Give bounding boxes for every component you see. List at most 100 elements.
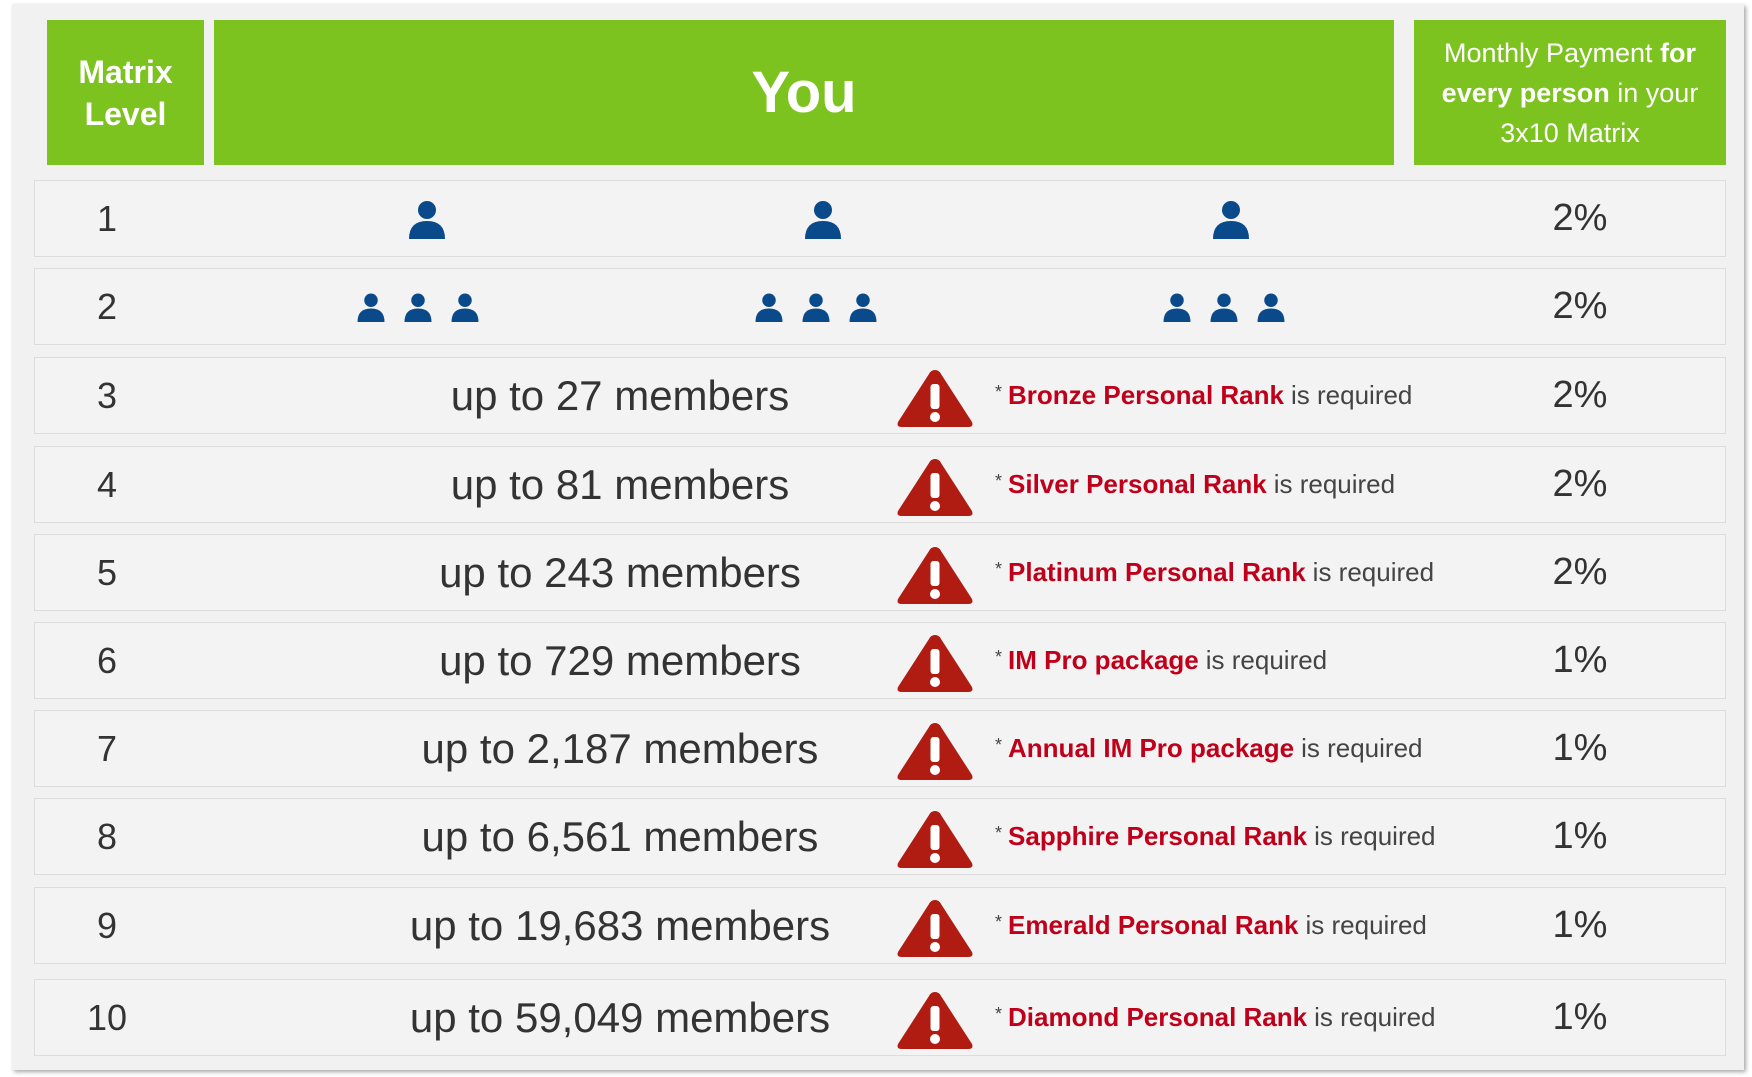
row-members: up to 729 members bbox=[439, 636, 801, 684]
person-icon bbox=[849, 293, 877, 322]
asterisk: * bbox=[995, 912, 1003, 932]
row-members: up to 2,187 members bbox=[421, 724, 819, 772]
warning-triangle-icon bbox=[897, 547, 973, 604]
requirement-suffix: is required bbox=[1205, 645, 1328, 675]
matrix-row-10: 10 up to 59,049 members * Diamond Persona… bbox=[34, 979, 1726, 1056]
requirement-rank: Annual IM Pro package bbox=[1008, 733, 1295, 763]
row-requirement: * Silver Personal Rank is required bbox=[995, 447, 1395, 522]
row-requirement: * Bronze Personal Rank is required bbox=[995, 358, 1412, 433]
row-percent: 2% bbox=[1552, 285, 1608, 327]
requirement-rank: Sapphire Personal Rank bbox=[1008, 821, 1308, 851]
person-group bbox=[1201, 181, 1261, 256]
person-icon bbox=[1210, 293, 1238, 322]
matrix-row-7: 7 up to 2,187 members * Annual IM Pro pac… bbox=[34, 710, 1726, 787]
row-members: up to 19,683 members bbox=[409, 901, 831, 949]
asterisk: * bbox=[995, 735, 1003, 755]
header-you-label: You bbox=[751, 60, 857, 125]
row-requirement: * Emerald Personal Rank is required bbox=[995, 888, 1427, 963]
matrix-row-9: 9 up to 19,683 members * Emerald Personal… bbox=[34, 887, 1726, 964]
requirement-rank: Diamond Personal Rank bbox=[1008, 1002, 1308, 1032]
warning-triangle-icon bbox=[897, 900, 973, 957]
requirement-suffix: is required bbox=[1314, 1002, 1436, 1032]
row-requirement: * IM Pro package is required bbox=[995, 623, 1327, 698]
row-level: 9 bbox=[96, 904, 118, 946]
row-level: 5 bbox=[96, 551, 118, 593]
requirement-suffix: is required bbox=[1301, 733, 1423, 763]
warning-triangle-icon bbox=[897, 459, 973, 516]
person-icon bbox=[755, 293, 783, 322]
matrix-row-3: 3 up to 27 members * Bronze Personal Rank… bbox=[34, 357, 1726, 434]
row-percent: 2% bbox=[1552, 551, 1608, 593]
header-you: You bbox=[214, 20, 1394, 165]
matrix-row-5: 5 up to 243 members * Platinum Personal R… bbox=[34, 534, 1726, 611]
row-percent: 2% bbox=[1552, 463, 1608, 505]
row-percent: 1% bbox=[1552, 815, 1608, 857]
row-level: 7 bbox=[96, 727, 118, 769]
matrix-row-6: 6 up to 729 members * IM Pro package is re… bbox=[34, 622, 1726, 699]
row-members: up to 6,561 members bbox=[421, 812, 819, 860]
matrix-row-4: 4 up to 81 members * Silver Personal Rank… bbox=[34, 446, 1726, 523]
person-icon bbox=[357, 293, 385, 322]
header-payment-label: Monthly Payment for every person in your… bbox=[1425, 33, 1715, 153]
person-group bbox=[751, 269, 881, 344]
row-percent: 1% bbox=[1552, 727, 1608, 769]
row-requirement: * Diamond Personal Rank is required bbox=[995, 980, 1436, 1055]
header-monthly-payment: Monthly Payment for every person in your… bbox=[1414, 20, 1726, 165]
row-percent: 1% bbox=[1552, 639, 1608, 681]
asterisk: * bbox=[995, 382, 1003, 402]
asterisk: * bbox=[995, 647, 1003, 667]
person-icon bbox=[1257, 293, 1285, 322]
payment-text-1: Monthly Payment bbox=[1443, 37, 1661, 68]
person-icon bbox=[404, 293, 432, 322]
asterisk: * bbox=[995, 1004, 1003, 1024]
row-requirement: * Annual IM Pro package is required bbox=[995, 711, 1423, 786]
person-icon bbox=[1213, 200, 1249, 239]
requirement-rank: Platinum Personal Rank bbox=[1008, 557, 1306, 587]
requirement-rank: IM Pro package bbox=[1008, 645, 1199, 675]
row-level: 6 bbox=[96, 639, 118, 681]
row-level: 8 bbox=[96, 815, 118, 857]
matrix-row-1: 1 2% bbox=[34, 180, 1726, 257]
person-icon bbox=[409, 200, 445, 239]
requirement-rank: Bronze Personal Rank bbox=[1008, 380, 1284, 410]
warning-triangle-icon bbox=[897, 811, 973, 868]
requirement-suffix: is required bbox=[1314, 821, 1436, 851]
matrix-row-8: 8 up to 6,561 members * Sapphire Personal… bbox=[34, 798, 1726, 875]
row-members: up to 81 members bbox=[450, 460, 790, 508]
asterisk: * bbox=[995, 559, 1003, 579]
warning-triangle-icon bbox=[897, 992, 973, 1049]
requirement-suffix: is required bbox=[1305, 910, 1427, 940]
person-group bbox=[1159, 269, 1289, 344]
matrix-row-2: 2 2% bbox=[34, 268, 1726, 345]
row-percent: 2% bbox=[1552, 374, 1608, 416]
row-level: 2 bbox=[96, 285, 118, 327]
requirement-suffix: is required bbox=[1273, 469, 1396, 499]
requirement-rank: Silver Personal Rank bbox=[1008, 469, 1267, 499]
row-level: 1 bbox=[96, 197, 118, 239]
person-group bbox=[353, 269, 483, 344]
row-percent: 1% bbox=[1552, 996, 1608, 1038]
header-matrix-level-label: Matrix Level bbox=[78, 53, 173, 132]
person-icon bbox=[1163, 293, 1191, 322]
requirement-suffix: is required bbox=[1291, 380, 1413, 410]
row-members: up to 243 members bbox=[439, 548, 801, 596]
row-level: 10 bbox=[86, 996, 128, 1038]
person-icon bbox=[451, 293, 479, 322]
row-level: 4 bbox=[96, 463, 118, 505]
row-percent: 2% bbox=[1552, 197, 1608, 239]
person-group bbox=[793, 181, 853, 256]
header-matrix-level: Matrix Level bbox=[47, 20, 204, 165]
person-group bbox=[397, 181, 457, 256]
row-requirement: * Platinum Personal Rank is required bbox=[995, 535, 1434, 610]
requirement-suffix: is required bbox=[1312, 557, 1435, 587]
row-members: up to 27 members bbox=[450, 371, 790, 419]
warning-triangle-icon bbox=[897, 723, 973, 780]
asterisk: * bbox=[995, 823, 1003, 843]
warning-triangle-icon bbox=[897, 370, 973, 427]
row-level: 3 bbox=[96, 374, 118, 416]
row-members: up to 59,049 members bbox=[409, 993, 831, 1041]
row-requirement: * Sapphire Personal Rank is required bbox=[995, 799, 1436, 874]
asterisk: * bbox=[995, 471, 1003, 491]
person-icon bbox=[805, 200, 841, 239]
warning-triangle-icon bbox=[897, 635, 973, 692]
